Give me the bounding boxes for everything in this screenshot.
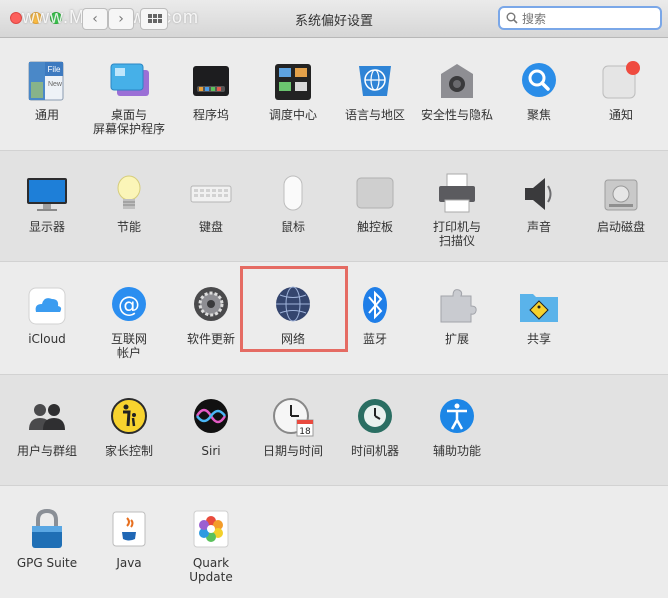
svg-text:18: 18 — [299, 427, 311, 437]
pref-startup-disk[interactable]: 启动磁盘 — [580, 172, 662, 234]
pref-label: 调度中心 — [268, 108, 317, 122]
pref-label: Java — [116, 556, 142, 570]
pref-sharing[interactable]: 共享 — [498, 284, 580, 346]
quark-update-icon — [189, 508, 233, 552]
extensions-icon — [435, 284, 479, 328]
pref-label: GPG Suite — [16, 556, 78, 570]
svg-text:New: New — [48, 81, 63, 88]
pref-label: 打印机与 扫描仪 — [432, 220, 481, 248]
energy-saver-icon — [107, 172, 151, 216]
pref-label: 通知 — [608, 108, 633, 122]
pref-accessibility[interactable]: 辅助功能 — [416, 396, 498, 458]
pref-label: 家长控制 — [104, 444, 153, 458]
trackpad-icon — [353, 172, 397, 216]
pref-general[interactable]: File New 通用 — [6, 60, 88, 122]
pref-label: Quark Update — [189, 556, 233, 584]
pref-gpg-suite[interactable]: GPG Suite — [6, 508, 88, 570]
bluetooth-icon — [353, 284, 397, 328]
sharing-icon — [517, 284, 561, 328]
mission-control-icon — [271, 60, 315, 104]
spotlight-icon — [517, 60, 561, 104]
pref-users-groups[interactable]: 用户与群组 — [6, 396, 88, 458]
pref-mouse[interactable]: 鼠标 — [252, 172, 334, 234]
pref-label: 共享 — [526, 332, 551, 346]
pref-internet-accounts[interactable]: @ 互联网 帐户 — [88, 284, 170, 360]
java-icon — [107, 508, 151, 552]
accessibility-icon — [435, 396, 479, 440]
pref-date-time[interactable]: 18 日期与时间 — [252, 396, 334, 458]
pref-mission-control[interactable]: 调度中心 — [252, 60, 334, 122]
desktop-screensaver-icon — [107, 60, 151, 104]
pref-trackpad[interactable]: 触控板 — [334, 172, 416, 234]
pref-label: 日期与时间 — [262, 444, 323, 458]
notifications-icon — [599, 60, 643, 104]
keyboard-icon — [189, 172, 233, 216]
users-groups-icon — [25, 396, 69, 440]
displays-icon — [25, 172, 69, 216]
security-privacy-icon — [435, 60, 479, 104]
printers-scanners-icon — [435, 172, 479, 216]
pref-label: 安全性与隐私 — [420, 108, 493, 122]
pref-label: 通用 — [34, 108, 59, 122]
pref-spotlight[interactable]: 聚焦 — [498, 60, 580, 122]
pref-label: 互联网 帐户 — [110, 332, 147, 360]
pref-label: 键盘 — [198, 220, 223, 234]
date-time-icon: 18 — [271, 396, 315, 440]
pref-printers-scanners[interactable]: 打印机与 扫描仪 — [416, 172, 498, 248]
mouse-icon — [271, 172, 315, 216]
svg-text:File: File — [48, 65, 61, 74]
pref-label: 时间机器 — [350, 444, 399, 458]
sound-icon — [517, 172, 561, 216]
pref-java[interactable]: Java — [88, 508, 170, 570]
pref-time-machine[interactable]: 时间机器 — [334, 396, 416, 458]
svg-text:@: @ — [118, 293, 140, 318]
startup-disk-icon — [599, 172, 643, 216]
pref-label: iCloud — [28, 332, 66, 346]
pref-label: 扩展 — [444, 332, 469, 346]
dock-icon — [189, 60, 233, 104]
time-machine-icon — [353, 396, 397, 440]
pref-quark-update[interactable]: Quark Update — [170, 508, 252, 584]
siri-icon — [189, 396, 233, 440]
search-icon — [506, 12, 518, 24]
pref-security-privacy[interactable]: 安全性与隐私 — [416, 60, 498, 122]
pref-sound[interactable]: 声音 — [498, 172, 580, 234]
search-input[interactable] — [520, 9, 660, 29]
internet-accounts-icon: @ — [107, 284, 151, 328]
pref-language-region[interactable]: 语言与地区 — [334, 60, 416, 122]
pref-label: 节能 — [116, 220, 141, 234]
pref-label: Siri — [201, 444, 221, 458]
pref-label: 用户与群组 — [16, 444, 77, 458]
pref-energy-saver[interactable]: 节能 — [88, 172, 170, 234]
general-icon: File New — [25, 60, 69, 104]
search-field[interactable] — [498, 6, 662, 30]
title-bar: www.MacDown.com ‹ › 系统偏好设置 — [0, 0, 668, 38]
pref-label: 桌面与 屏幕保护程序 — [92, 108, 165, 136]
pref-siri[interactable]: Siri — [170, 396, 252, 458]
pref-parental-controls[interactable]: 家长控制 — [88, 396, 170, 458]
pref-keyboard[interactable]: 键盘 — [170, 172, 252, 234]
pref-label: 鼠标 — [280, 220, 305, 234]
parental-controls-icon — [107, 396, 151, 440]
pref-notifications[interactable]: 通知 — [580, 60, 662, 122]
language-region-icon — [353, 60, 397, 104]
pref-label: 辅助功能 — [432, 444, 481, 458]
pref-label: 声音 — [526, 220, 551, 234]
pref-label: 程序坞 — [192, 108, 229, 122]
pref-extensions[interactable]: 扩展 — [416, 284, 498, 346]
pref-label: 语言与地区 — [344, 108, 405, 122]
pref-displays[interactable]: 显示器 — [6, 172, 88, 234]
pref-desktop-screensaver[interactable]: 桌面与 屏幕保护程序 — [88, 60, 170, 136]
pref-icloud[interactable]: iCloud — [6, 284, 88, 346]
pref-label: 显示器 — [28, 220, 65, 234]
pref-dock[interactable]: 程序坞 — [170, 60, 252, 122]
pref-label: 启动磁盘 — [596, 220, 645, 234]
software-update-icon — [189, 284, 233, 328]
icloud-icon — [25, 284, 69, 328]
pref-label: 聚焦 — [526, 108, 551, 122]
gpg-suite-icon — [25, 508, 69, 552]
pref-label: 触控板 — [356, 220, 393, 234]
network-highlight-box — [240, 266, 348, 352]
